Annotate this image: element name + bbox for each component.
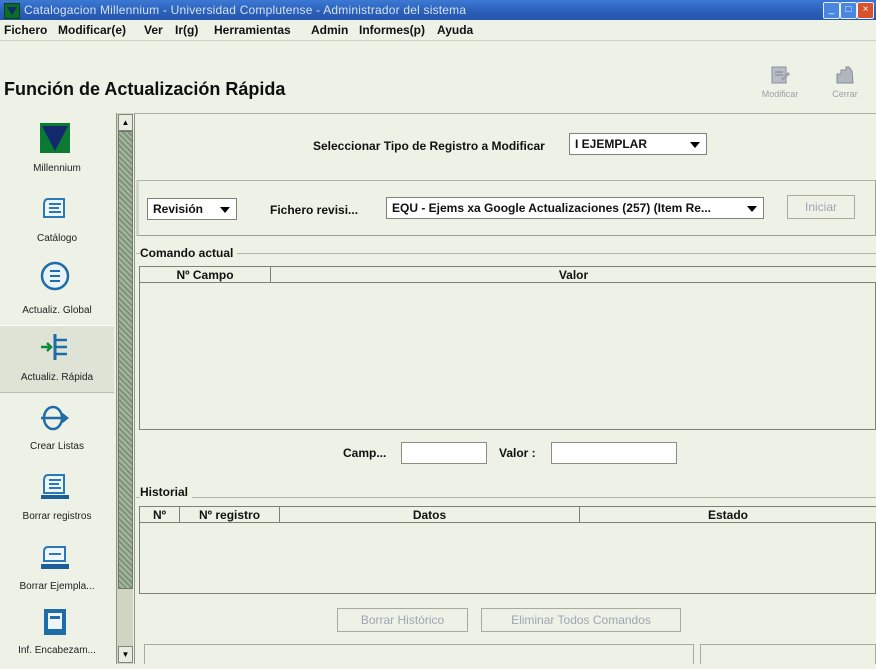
history-divider	[136, 497, 876, 498]
sidebar-item-catalogo[interactable]: Catálogo	[0, 183, 114, 249]
sidebar-item-borrar-registros[interactable]: Borrar registros	[0, 465, 114, 531]
sidebar-item-actualiz-global[interactable]: Actualiz. Global	[0, 253, 114, 319]
sidebar-item-label: Crear Listas	[30, 441, 84, 452]
sidebar-scroll-thumb[interactable]	[118, 131, 133, 589]
page-header: Función de Actualización Rápida Modifica…	[0, 41, 876, 114]
sidebar-item-label: Borrar registros	[22, 511, 92, 522]
app-icon	[4, 3, 20, 19]
sidebar-item-actualiz-rapida[interactable]: Actualiz. Rápida	[0, 325, 114, 393]
menu-fichero[interactable]: Fichero	[4, 23, 47, 37]
modify-button-label: Modificar	[761, 89, 799, 99]
value-label: Valor :	[499, 446, 536, 460]
current-command-table[interactable]: Nº Campo Valor	[139, 266, 876, 430]
sidebar-item-label: Actualiz. Rápida	[20, 372, 94, 383]
edit-note-icon	[771, 66, 790, 84]
menu-admin[interactable]: Admin	[311, 23, 348, 37]
catalog-icon	[43, 198, 65, 218]
sidebar: Millennium Catálogo Actualiz. Global Act…	[0, 113, 135, 664]
close-button-label: Cerrar	[832, 89, 858, 99]
delete-records-icon	[41, 474, 69, 499]
value-input[interactable]	[551, 442, 677, 464]
review-file-select[interactable]: EQU - Ejems xa Google Actualizaciones (2…	[386, 197, 764, 219]
sidebar-item-label: Catálogo	[36, 233, 78, 244]
menu-ir[interactable]: Ir(g)	[175, 23, 198, 37]
menu-ayuda[interactable]: Ayuda	[437, 23, 473, 37]
column-header-record-number[interactable]: Nº registro	[180, 507, 280, 523]
review-file-value: EQU - Ejems xa Google Actualizaciones (2…	[392, 201, 711, 215]
chevron-down-icon	[690, 142, 700, 148]
sidebar-item-label: Millennium	[33, 163, 81, 174]
chevron-down-icon	[747, 206, 757, 212]
field-input[interactable]	[401, 442, 487, 464]
menu-modificar[interactable]: Modificar(e)	[58, 23, 126, 37]
modify-button[interactable]: Modificar	[754, 65, 806, 115]
file-label: Fichero revisi...	[270, 203, 359, 217]
menu-ver[interactable]: Ver	[144, 23, 163, 37]
record-type-value: I EJEMPLAR	[575, 137, 648, 151]
history-table[interactable]: Nº Nº registro Datos Estado	[139, 506, 876, 594]
status-field-main	[144, 644, 694, 664]
record-type-select[interactable]: I EJEMPLAR	[569, 133, 707, 155]
column-header-status[interactable]: Estado	[580, 507, 876, 523]
remove-all-commands-button[interactable]: Eliminar Todos Comandos	[481, 608, 681, 632]
review-panel: Revisión Fichero revisi... EQU - Ejems x…	[136, 180, 876, 236]
current-command-label: Comando actual	[140, 246, 238, 260]
sidebar-item-borrar-ejemplares[interactable]: Borrar Ejempla...	[0, 535, 114, 601]
close-button[interactable]: Cerrar	[819, 65, 871, 115]
headings-report-icon	[44, 609, 66, 635]
rapid-update-icon	[41, 334, 67, 360]
menu-bar: Fichero Modificar(e) Ver Ir(g) Herramien…	[0, 20, 876, 41]
minimize-button[interactable]: _	[823, 2, 840, 19]
field-label: Camp...	[343, 446, 387, 460]
column-header-value[interactable]: Valor	[271, 267, 876, 283]
scroll-down-arrow-icon[interactable]: ▼	[118, 646, 133, 663]
mode-select[interactable]: Revisión	[147, 198, 237, 220]
scroll-up-arrow-icon[interactable]: ▲	[118, 114, 133, 131]
delete-items-icon	[41, 546, 69, 569]
menu-informes[interactable]: Informes(p)	[359, 23, 425, 37]
millennium-logo-icon	[40, 123, 70, 153]
current-command-divider	[136, 253, 876, 254]
clear-history-button[interactable]: Borrar Histórico	[337, 608, 468, 632]
sidebar-item-crear-listas[interactable]: Crear Listas	[0, 395, 114, 461]
sidebar-item-label: Actualiz. Global	[22, 305, 92, 316]
history-label: Historial	[140, 485, 193, 499]
global-update-icon	[40, 261, 70, 291]
mode-value: Revisión	[153, 202, 204, 216]
sidebar-item-label: Inf. Encabezam...	[18, 645, 96, 656]
menu-herramientas[interactable]: Herramientas	[214, 23, 291, 37]
window-title-bar[interactable]: Catalogacion Millennium - Universidad Co…	[0, 0, 876, 20]
column-header-data[interactable]: Datos	[280, 507, 580, 523]
status-field-secondary	[700, 644, 876, 664]
sidebar-scrollbar[interactable]: ▲ ▼	[116, 113, 133, 664]
column-header-field-number[interactable]: Nº Campo	[140, 267, 271, 283]
column-header-number[interactable]: Nº	[140, 507, 180, 523]
close-window-button[interactable]: ×	[857, 2, 874, 19]
close-hand-icon	[836, 66, 854, 84]
maximize-button[interactable]: □	[840, 2, 857, 19]
sidebar-item-millennium[interactable]: Millennium	[0, 113, 114, 179]
start-button[interactable]: Iniciar	[787, 195, 855, 219]
record-type-label: Seleccionar Tipo de Registro a Modificar	[313, 139, 545, 153]
create-lists-icon	[41, 405, 70, 431]
sidebar-item-inf-encabezamientos[interactable]: Inf. Encabezam...	[0, 603, 114, 669]
page-title: Función de Actualización Rápida	[4, 79, 286, 99]
chevron-down-icon	[220, 207, 230, 213]
status-bar	[136, 640, 876, 664]
window-title: Catalogacion Millennium - Universidad Co…	[24, 3, 467, 17]
sidebar-item-label: Borrar Ejempla...	[19, 581, 95, 592]
